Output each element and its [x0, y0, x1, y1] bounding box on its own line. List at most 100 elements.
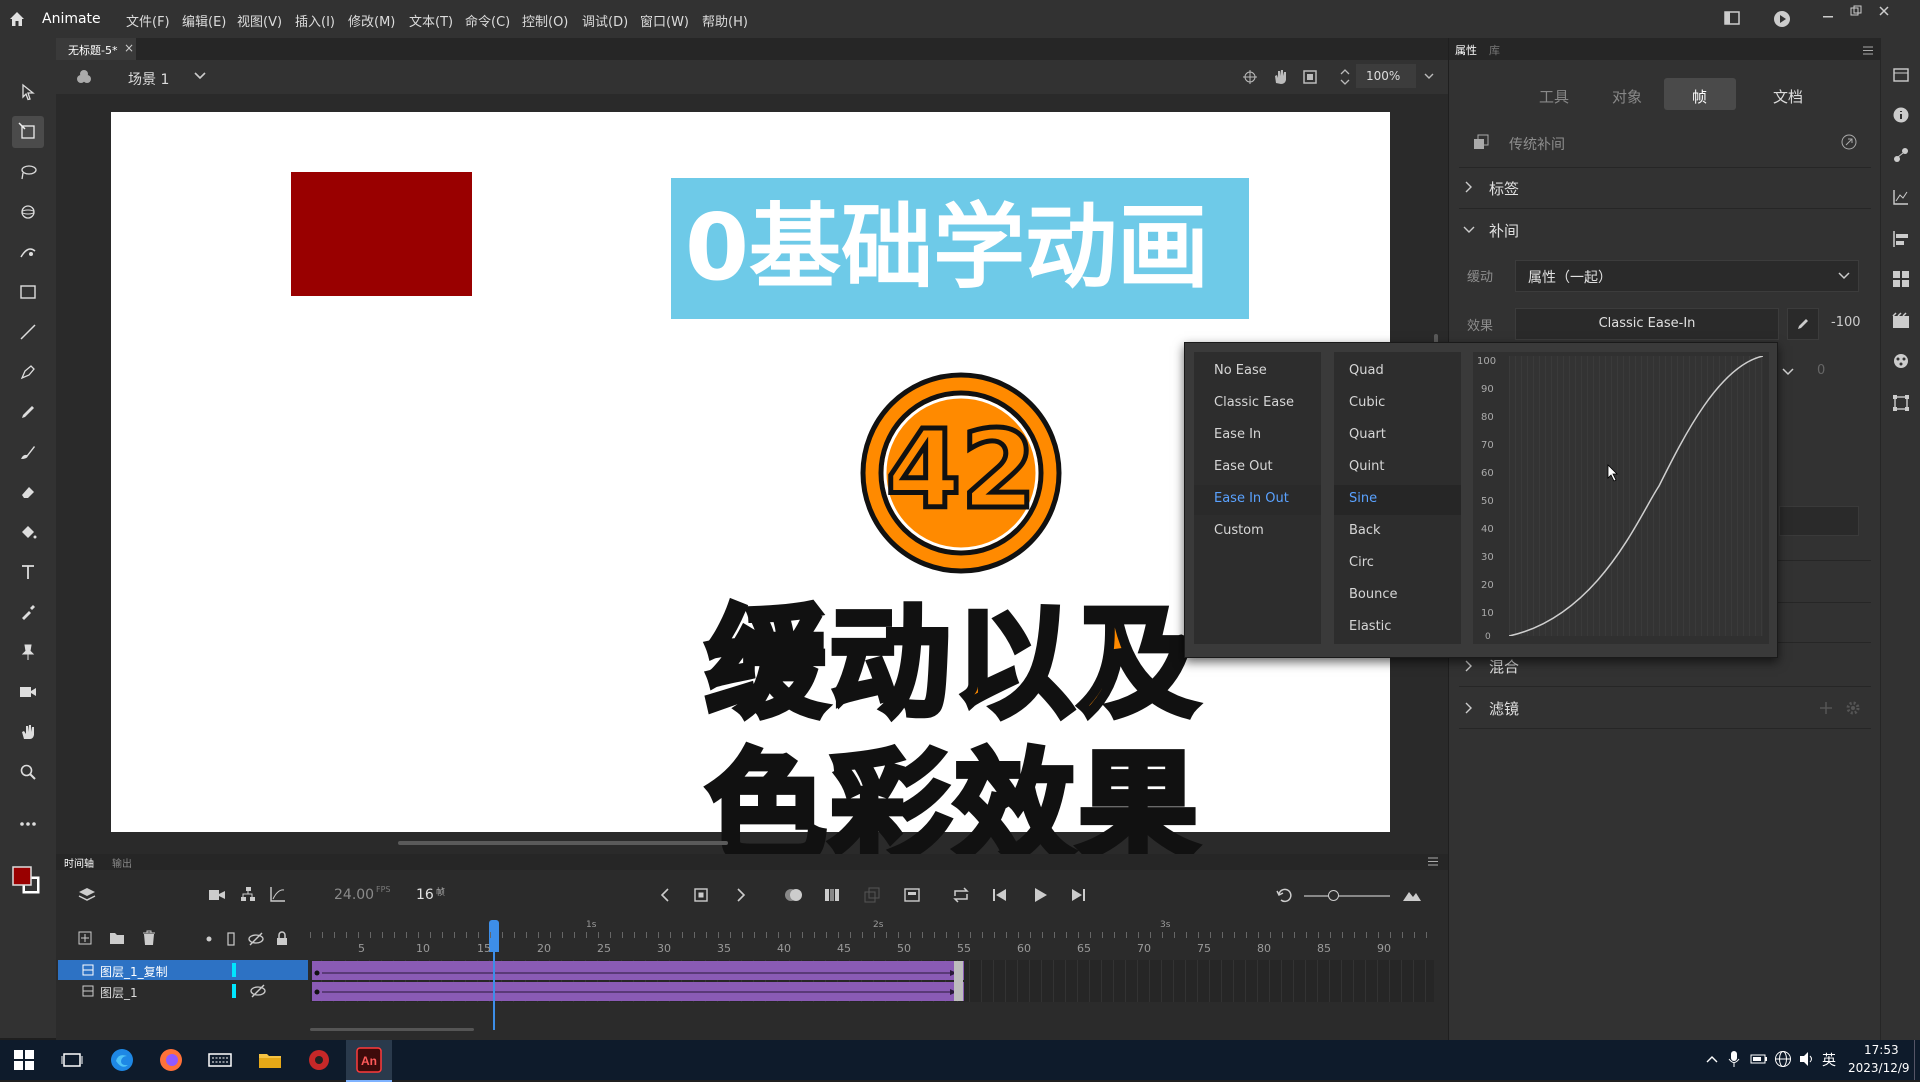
document-tab[interactable]: 无标题-5* × — [56, 38, 136, 60]
fit-frames-icon[interactable] — [1402, 888, 1422, 902]
edit-scene-icon[interactable] — [74, 68, 94, 86]
ease-type-item[interactable]: Quint — [1349, 459, 1384, 474]
hide-layers-icon[interactable] — [248, 932, 264, 946]
menu-help[interactable]: 帮助(H) — [702, 11, 748, 30]
task-view-icon[interactable] — [58, 1046, 86, 1074]
section-filter[interactable]: 滤镜 — [1489, 698, 1519, 719]
current-frame[interactable]: 16 — [416, 887, 434, 903]
battery-icon[interactable] — [1750, 1052, 1768, 1066]
pin-tool-icon[interactable] — [12, 636, 44, 668]
ease-category-item[interactable]: Custom — [1214, 523, 1264, 538]
episode-badge[interactable]: 42 — [858, 370, 1064, 576]
open-external-icon[interactable] — [1841, 134, 1857, 150]
tab-tool[interactable]: 工具 — [1539, 86, 1569, 107]
zoom-field[interactable]: 100% — [1356, 64, 1416, 88]
ease-category-item[interactable]: No Ease — [1214, 363, 1267, 378]
outline-layers-icon[interactable] — [227, 932, 235, 946]
minimize-icon[interactable] — [1822, 8, 1834, 20]
app-icon[interactable] — [305, 1046, 333, 1074]
chevron-right-icon[interactable] — [1465, 181, 1473, 193]
restore-icon[interactable] — [1850, 5, 1862, 17]
tab-output[interactable]: 输出 — [112, 855, 132, 870]
ease-type-item[interactable]: Cubic — [1349, 395, 1385, 410]
insert-frame-icon[interactable] — [904, 887, 920, 903]
layer-name[interactable]: 图层_1_复制 — [100, 963, 168, 980]
clip-content-icon[interactable] — [1302, 69, 1318, 85]
horizontal-scrollbar[interactable] — [398, 841, 728, 845]
eyedropper-tool-icon[interactable] — [12, 596, 44, 628]
ease-category-item[interactable]: Classic Ease — [1214, 395, 1294, 410]
ease-type-item[interactable]: Quart — [1349, 427, 1386, 442]
onion-skin-icon[interactable] — [784, 887, 804, 903]
rectangle-tool-icon[interactable] — [12, 276, 44, 308]
graph-editor-icon[interactable] — [270, 886, 286, 902]
effect-amount[interactable]: -100 — [1831, 315, 1861, 330]
eraser-tool-icon[interactable] — [12, 476, 44, 508]
chevron-down-icon[interactable] — [194, 72, 206, 80]
layer-color-swatch[interactable] — [232, 963, 236, 977]
ease-category-item[interactable]: Ease Out — [1214, 459, 1273, 474]
create-tween-icon[interactable] — [864, 887, 880, 903]
menu-view[interactable]: 视图(V) — [237, 11, 282, 30]
new-folder-icon[interactable] — [109, 931, 125, 945]
chevron-down-icon[interactable] — [1782, 368, 1794, 376]
menu-edit[interactable]: 编辑(E) — [182, 11, 226, 30]
zoom-stepper-icon[interactable] — [1340, 67, 1350, 87]
section-tween[interactable]: 补间 — [1489, 220, 1519, 241]
tab-properties[interactable]: 属性 — [1455, 42, 1477, 58]
loop-icon[interactable] — [952, 887, 970, 903]
tab-close-icon[interactable]: × — [124, 41, 134, 55]
section-label[interactable]: 标签 — [1489, 178, 1519, 199]
new-layer-icon[interactable] — [78, 931, 92, 945]
volume-icon[interactable] — [1798, 1051, 1816, 1067]
edge-browser-icon[interactable] — [108, 1046, 136, 1074]
tray-chevron-icon[interactable] — [1706, 1054, 1718, 1064]
hand-tool-icon[interactable] — [12, 716, 44, 748]
play-icon[interactable] — [1032, 887, 1048, 903]
lasso-tool-icon[interactable] — [12, 156, 44, 188]
insert-keyframe-icon[interactable] — [694, 888, 708, 902]
frame-size-slider[interactable] — [1304, 895, 1390, 897]
brush-tool-icon[interactable] — [12, 436, 44, 468]
microphone-icon[interactable] — [1728, 1050, 1740, 1068]
delete-layer-icon[interactable] — [142, 930, 156, 946]
menu-file[interactable]: 文件(F) — [126, 11, 170, 30]
frame-size-slider-thumb[interactable] — [1328, 890, 1339, 901]
zoom-tool-icon[interactable] — [12, 756, 44, 788]
transform-icon[interactable] — [1892, 394, 1910, 412]
zoom-dropdown-icon[interactable] — [1424, 73, 1434, 80]
ease-type-item[interactable]: Circ — [1349, 555, 1374, 570]
pen-tool-icon[interactable] — [12, 356, 44, 388]
menu-text[interactable]: 文本(T) — [409, 11, 453, 30]
clock-date[interactable]: 2023/12/9 — [1848, 1061, 1910, 1075]
menu-insert[interactable]: 插入(I) — [295, 11, 335, 30]
edit-ease-button[interactable] — [1787, 308, 1819, 340]
keyboard-icon[interactable] — [206, 1046, 234, 1074]
extra-value[interactable]: 0 — [1817, 363, 1825, 378]
menu-commands[interactable]: 命令(C) — [465, 11, 510, 30]
layers-icon[interactable] — [78, 886, 96, 904]
ease-type-item[interactable]: Elastic — [1349, 619, 1391, 634]
tween-span[interactable] — [312, 982, 964, 1001]
scene-panel-icon[interactable] — [1892, 312, 1910, 330]
red-rectangle-shape[interactable] — [291, 172, 472, 296]
ease-type-item[interactable]: Quad — [1349, 363, 1384, 378]
layer-parenting-icon[interactable] — [240, 886, 256, 902]
chevron-down-icon[interactable] — [1463, 226, 1475, 234]
menu-debug[interactable]: 调试(D) — [582, 11, 628, 30]
prev-keyframe-icon[interactable] — [660, 888, 670, 902]
step-forward-icon[interactable] — [1070, 888, 1086, 902]
free-transform-tool-icon[interactable] — [12, 116, 44, 148]
motion-editor-icon[interactable] — [1892, 188, 1910, 206]
paint-bucket-tool-icon[interactable] — [12, 516, 44, 548]
tween-span-copy[interactable] — [312, 961, 964, 980]
line-tool-icon[interactable] — [12, 316, 44, 348]
menu-window[interactable]: 窗口(W) — [640, 11, 689, 30]
timeline-scrollbar[interactable] — [310, 1028, 474, 1031]
align-icon[interactable] — [1892, 230, 1910, 248]
tab-library[interactable]: 库 — [1489, 42, 1500, 58]
file-explorer-icon[interactable] — [256, 1046, 284, 1074]
tab-document[interactable]: 文档 — [1773, 86, 1803, 107]
chevron-right-icon[interactable] — [1465, 660, 1473, 672]
scene-name[interactable]: 场景 1 — [128, 69, 169, 89]
